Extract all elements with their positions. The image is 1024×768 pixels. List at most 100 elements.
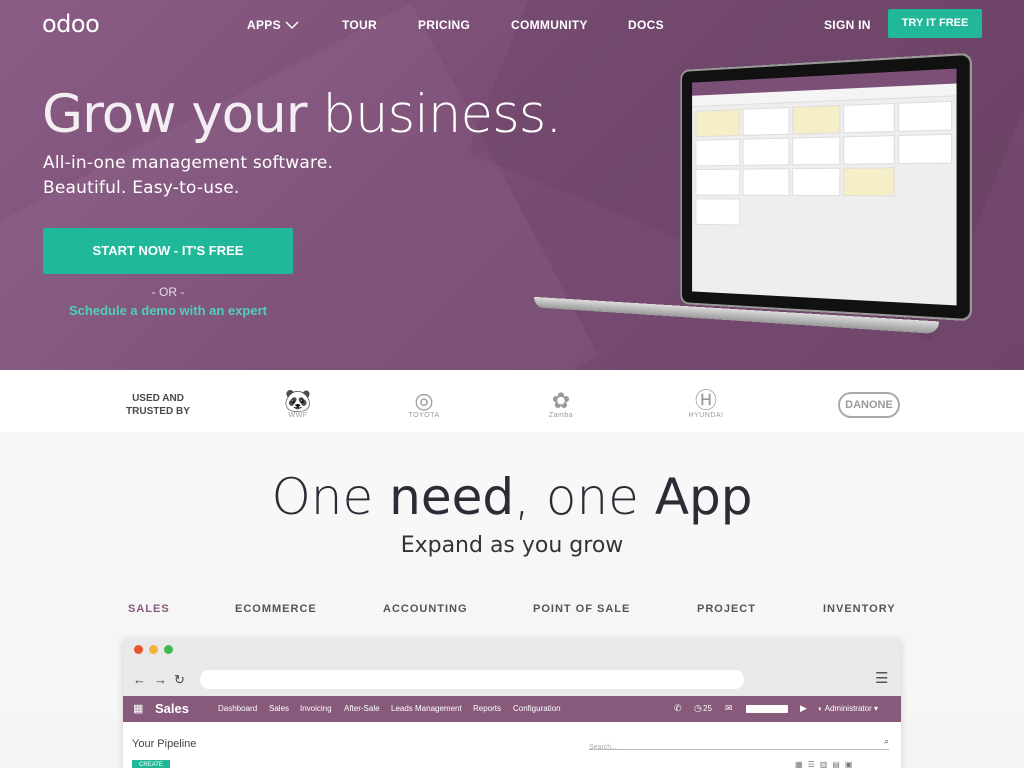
kanban-card — [843, 167, 895, 197]
browser-toolbar: ← → ↻ ☰ — [123, 638, 901, 696]
menu-sales[interactable]: Sales — [269, 704, 289, 713]
toyota-emblem-icon: ◎ — [414, 388, 434, 413]
caret-down-icon: ▾ — [871, 704, 878, 713]
menu-invoicing[interactable]: Invoicing — [300, 704, 332, 713]
nav-tour[interactable]: TOUR — [342, 18, 377, 32]
title-part: One — [271, 468, 390, 526]
maximize-dot-icon — [164, 645, 173, 654]
kanban-column — [791, 105, 841, 227]
hero-subline-2: Beautiful. Easy-to-use. — [43, 178, 240, 198]
toyota-logo: ◎ TOYOTA — [402, 388, 446, 420]
user-name: Administrator — [824, 704, 872, 713]
search-input[interactable]: Search... ⌕ — [589, 736, 889, 751]
list-view-icon[interactable]: ☰ — [808, 760, 820, 768]
kanban-card — [742, 168, 790, 196]
brand-name: Zamba — [548, 412, 574, 419]
kanban-card — [695, 198, 740, 226]
search-icon[interactable]: ⌕ — [884, 736, 889, 747]
section-subtitle: Expand as you grow — [400, 533, 624, 558]
graph-view-icon[interactable]: ▥ — [820, 760, 833, 768]
headline-period: . — [545, 84, 562, 145]
user-avatar-icon: ◐ — [818, 704, 825, 713]
title-emphasis: need — [389, 468, 515, 526]
laptop-illustration — [534, 52, 973, 335]
video-icon[interactable]: ▶ — [800, 703, 807, 714]
nav-pricing[interactable]: PRICING — [418, 18, 470, 32]
hyundai-logo: Ⓗ HYUNDAI — [683, 390, 729, 420]
kanban-card — [695, 168, 740, 196]
back-arrow-icon[interactable]: ← — [133, 672, 146, 687]
title-emphasis: App — [654, 468, 753, 526]
kanban-card — [791, 136, 841, 166]
trusted-by-label: USED AND TRUSTED BY — [126, 393, 190, 417]
calendar-view-icon[interactable]: ▣ — [845, 760, 858, 768]
chat-icon[interactable]: ✉ — [725, 703, 733, 714]
nav-apps-label: APPS — [247, 18, 281, 32]
hamburger-menu-icon[interactable]: ☰ — [875, 669, 888, 687]
nav-apps[interactable]: APPS — [247, 18, 299, 32]
zamba-logo: ✿ Zamba — [538, 388, 584, 420]
brand-name: TOYOTA — [408, 412, 440, 419]
apps-grid-icon[interactable]: ▦ — [133, 702, 143, 715]
kanban-card — [843, 102, 895, 134]
app-navbar: ▦ Sales Dashboard Sales Invoicing After-… — [123, 696, 901, 722]
kanban-card — [791, 105, 841, 135]
danone-logo: DANONE — [838, 392, 900, 418]
or-divider: - OR - — [151, 285, 185, 299]
tab-accounting[interactable]: ACCOUNTING — [383, 603, 468, 615]
kanban-card — [791, 167, 841, 197]
search-placeholder: Search... — [589, 744, 618, 751]
phone-icon[interactable]: ✆ — [674, 703, 682, 714]
reload-icon[interactable]: ↻ — [174, 672, 185, 688]
user-menu[interactable]: ◐ Administrator ▾ — [818, 704, 878, 713]
menu-reports[interactable]: Reports — [473, 704, 501, 713]
create-button[interactable]: CREATE — [132, 760, 170, 768]
tab-project[interactable]: PROJECT — [697, 603, 756, 615]
panda-icon: 🐼 — [284, 388, 312, 413]
kanban-card — [742, 137, 790, 166]
kanban-column — [843, 102, 895, 229]
minimize-dot-icon — [149, 645, 158, 654]
trusted-by-strip: USED AND TRUSTED BY 🐼 WWF ◎ TOYOTA ✿ Zam… — [0, 370, 1024, 432]
kanban-card — [898, 100, 953, 132]
view-switcher: ▦☰▥▤▣ — [795, 760, 857, 768]
sign-in-link[interactable]: SIGN IN — [824, 18, 871, 32]
browser-mockup: ← → ↻ ☰ ▦ Sales Dashboard Sales Invoicin… — [123, 638, 901, 768]
forward-arrow-icon[interactable]: → — [154, 672, 167, 687]
section-title: One need, one App — [0, 468, 1024, 526]
breadcrumb: Your Pipeline — [132, 738, 197, 750]
kanban-card — [695, 108, 740, 138]
activity-icon[interactable]: ◷ — [694, 703, 702, 714]
progress-bar — [746, 705, 788, 713]
menu-configuration[interactable]: Configuration — [513, 704, 561, 713]
kanban-card — [695, 138, 740, 167]
tab-inventory[interactable]: INVENTORY — [823, 603, 896, 615]
flower-icon: ✿ — [551, 388, 571, 413]
try-it-free-button[interactable]: TRY IT FREE — [888, 9, 982, 38]
tab-sales[interactable]: SALES — [128, 603, 170, 615]
tab-ecommerce[interactable]: ECOMMERCE — [235, 603, 317, 615]
hero-subline-1: All-in-one management software. — [43, 153, 334, 173]
menu-dashboard[interactable]: Dashboard — [218, 704, 257, 713]
menu-after-sale[interactable]: After-Sale — [344, 704, 380, 713]
tab-point-of-sale[interactable]: POINT OF SALE — [533, 603, 630, 615]
kanban-columns — [692, 96, 956, 234]
menu-leads-management[interactable]: Leads Management — [391, 704, 462, 713]
brand-name: WWF — [288, 412, 308, 419]
nav-community[interactable]: COMMUNITY — [511, 18, 588, 32]
laptop-lid — [534, 52, 972, 335]
start-now-button[interactable]: START NOW - IT'S FREE — [43, 228, 293, 274]
close-dot-icon — [134, 645, 143, 654]
kanban-view-icon[interactable]: ▦ — [795, 760, 808, 768]
url-bar[interactable] — [200, 670, 744, 689]
hero-headline: Grow your business. — [42, 84, 562, 145]
headline-part: Grow your — [42, 84, 323, 145]
title-part: , one — [514, 468, 655, 526]
schedule-demo-link[interactable]: Schedule a demo with an expert — [43, 303, 293, 318]
odoo-logo[interactable]: odoo — [42, 10, 100, 38]
nav-docs[interactable]: DOCS — [628, 18, 664, 32]
app-title: Sales — [155, 701, 189, 716]
headline-emphasis: business — [322, 84, 546, 145]
brand-name: HYUNDAI — [688, 412, 724, 419]
pivot-view-icon[interactable]: ▤ — [832, 760, 845, 768]
